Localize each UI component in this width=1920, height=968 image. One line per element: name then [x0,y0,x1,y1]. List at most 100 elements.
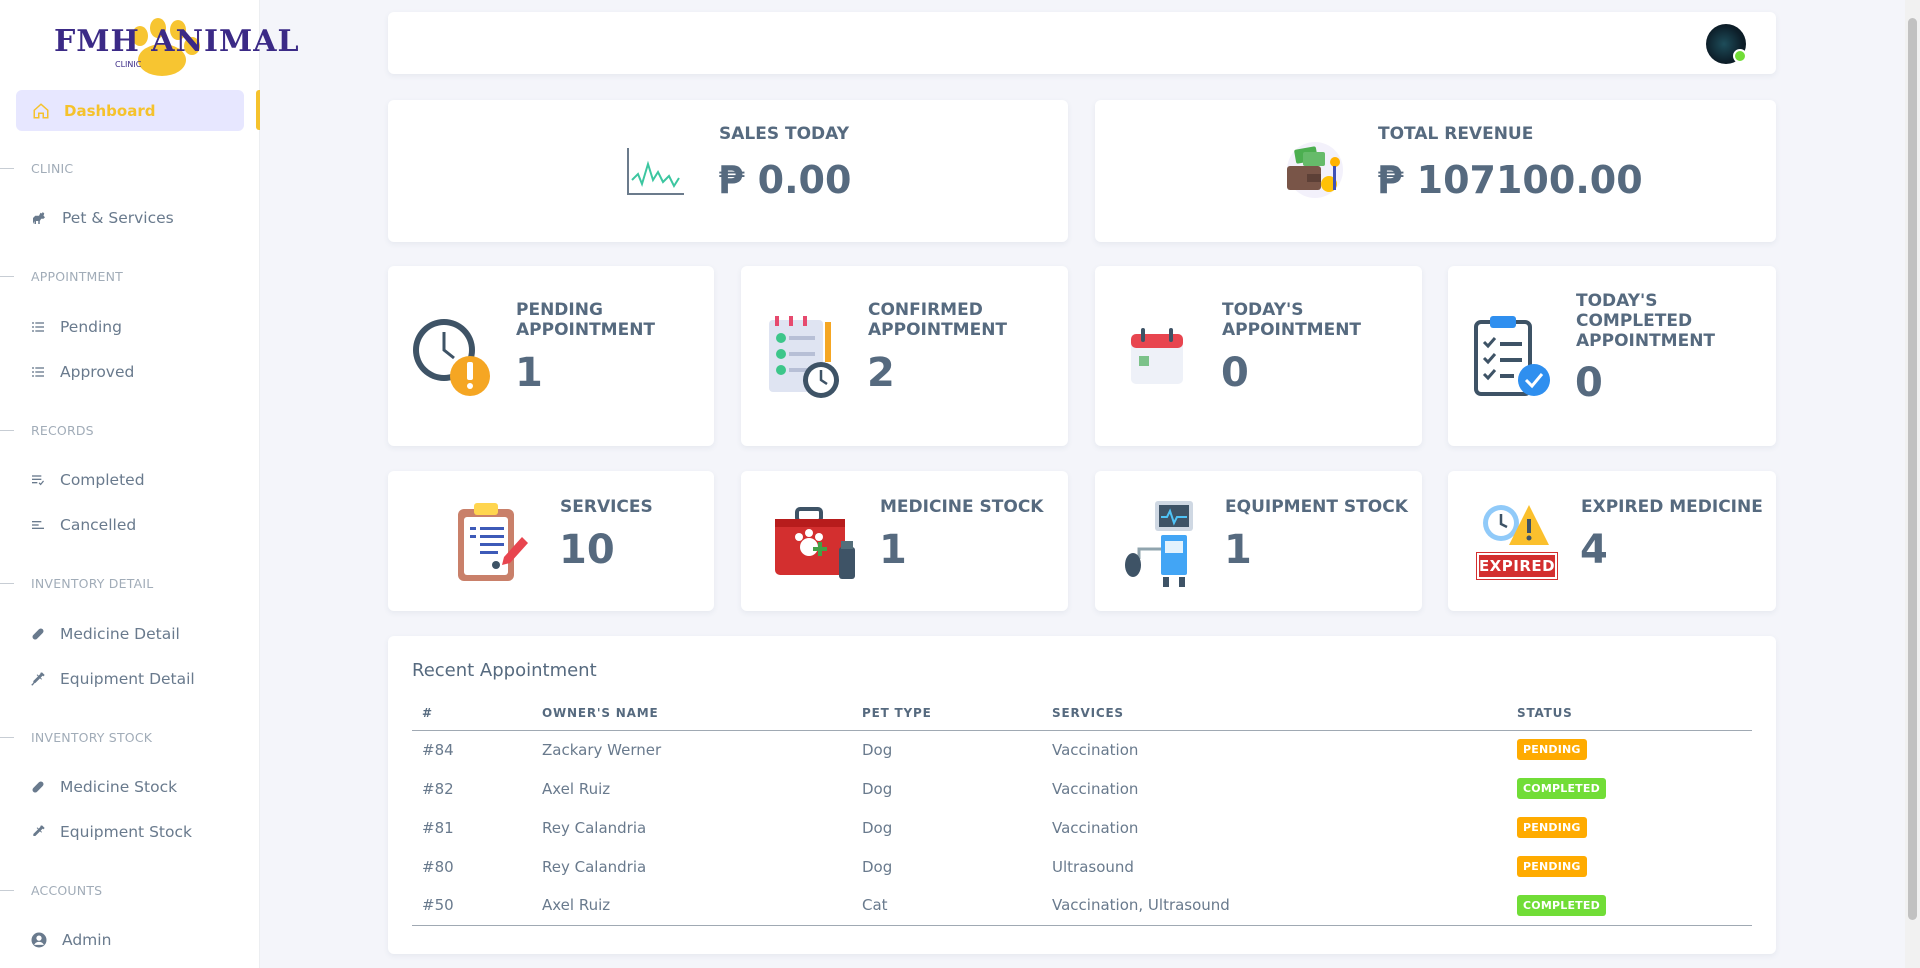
card-title: EQUIPMENT STOCK [1225,497,1408,517]
nav-header-inventory-stock: INVENTORY STOCK [0,727,260,747]
col-id: # [412,696,532,731]
cell-services: Ultrasound [1052,857,1134,876]
status-badge: PENDING [1517,856,1587,877]
card-value: 1 [879,527,907,573]
card-todays-completed: TODAY'S COMPLETED APPOINTMENT 0 [1448,266,1776,446]
table-row[interactable]: #80 Rey Calandria Dog Ultrasound PENDING [412,847,1752,886]
vet-kit-icon [775,507,855,579]
card-pending-appointment: PENDING APPOINTMENT 1 [388,266,714,446]
sidebar-item-pending[interactable]: Pending [30,312,250,342]
card-value: 0 [1221,350,1249,396]
clipboard-paw-icon [458,503,528,581]
card-value: 10 [559,527,615,573]
list-icon [32,367,44,377]
home-icon [33,102,49,118]
sidebar-item-cancelled[interactable]: Cancelled [30,510,250,540]
cell-id: #82 [422,779,454,798]
scrollbar-thumb[interactable] [1908,18,1917,920]
sidebar-item-approved[interactable]: Approved [30,357,250,387]
sidebar-item-dashboard[interactable]: Dashboard [16,90,244,131]
money-wallet-icon [1287,142,1343,198]
card-total-revenue: TOTAL REVENUE ₱ 107100.00 [1095,100,1776,242]
scrollbar-track[interactable] [1905,0,1920,968]
sidebar-item-label: Cancelled [60,516,137,534]
card-title: TODAY'S APPOINTMENT [1222,300,1362,340]
medical-machine-icon [1125,501,1193,587]
sidebar-item-medicine-stock[interactable]: Medicine Stock [30,772,250,802]
status-badge: PENDING [1517,817,1587,838]
card-title: SALES TODAY [719,124,850,144]
card-title: MEDICINE STOCK [880,497,1044,517]
sidebar-item-label: Equipment Detail [60,670,195,688]
cell-status: PENDING [1507,808,1752,847]
cell-pet-type: Dog [862,740,893,759]
cell-status: PENDING [1507,847,1752,886]
sidebar-item-label: Dashboard [64,101,156,120]
status-badge: COMPLETED [1517,778,1606,799]
cell-owner: Zackary Werner [542,740,662,759]
table-row[interactable]: #50 Axel Ruiz Cat Vaccination, Ultrasoun… [412,886,1752,926]
cell-id: #50 [412,886,532,926]
table-row[interactable]: #81 Rey Calandria Dog Vaccination PENDIN… [412,808,1752,847]
card-value: 1 [1224,527,1252,573]
card-sales-today: SALES TODAY ₱ 0.00 [388,100,1068,242]
sidebar-item-equipment-stock[interactable]: Equipment Stock [30,817,250,847]
list-icon [32,322,44,332]
cell-pet-type: Dog [862,818,893,837]
dog-icon [33,212,45,224]
sidebar-item-label: Medicine Stock [60,778,178,796]
table-row[interactable]: #82 Axel Ruiz Dog Vaccination COMPLETED [412,769,1752,808]
sidebar-item-label: Approved [60,363,135,381]
sidebar-item-label: Pet & Services [62,209,174,227]
cell-services: Vaccination, Ultrasound [1042,886,1507,926]
card-title: EXPIRED MEDICINE [1581,497,1763,517]
card-value: ₱ 0.00 [718,158,852,202]
card-title: SERVICES [560,497,653,517]
syringe-icon [31,672,45,686]
sidebar-toggle[interactable] [256,90,260,130]
sidebar-item-admin[interactable]: Admin [30,925,250,955]
clock-alert-icon [413,319,490,396]
sidebar-item-label: Medicine Detail [60,625,180,643]
line-chart-icon [627,148,684,195]
cell-pet-type: Cat [852,886,1042,926]
pill-icon [32,628,44,640]
table-header-row: # OWNER'S NAME PET TYPE SERVICES STATUS [412,696,1752,731]
pill-icon [32,781,44,793]
checklist-icon [32,475,44,486]
col-pet-type: PET TYPE [852,696,1042,731]
cell-status: COMPLETED [1507,886,1752,926]
card-services: SERVICES 10 [388,471,714,611]
nav-header-clinic: CLINIC [0,158,260,178]
nav-header-records: RECORDS [0,420,260,440]
sidebar-item-equipment-detail[interactable]: Equipment Detail [30,664,250,694]
card-value: 0 [1575,360,1603,406]
card-todays-appointment: TODAY'S APPOINTMENT 0 [1095,266,1422,446]
expired-icon: EXPIRED [1476,501,1558,581]
cell-owner: Axel Ruiz [532,886,852,926]
sidebar-item-medicine-detail[interactable]: Medicine Detail [30,619,250,649]
card-medicine-stock: MEDICINE STOCK 1 [741,471,1068,611]
cell-owner: Axel Ruiz [542,779,611,798]
avatar[interactable] [1706,24,1747,64]
nav-header-inventory-detail: INVENTORY DETAIL [0,573,260,593]
brand-logo[interactable]: FMH ANIMAL CLINIC [52,16,299,78]
sidebar-item-pet-services[interactable]: Pet & Services [30,203,250,233]
checklist-clock-icon [769,316,839,398]
clipboard-check-icon [1474,316,1550,396]
col-owner: OWNER'S NAME [532,696,852,731]
brand-name: FMH ANIMAL [54,24,300,59]
nav-header-accounts: ACCOUNTS [0,880,260,900]
card-confirmed-appointment: CONFIRMED APPOINTMENT 2 [741,266,1068,446]
status-badge: PENDING [1517,739,1587,761]
card-value: 2 [867,350,895,396]
cell-pet-type: Dog [862,779,893,798]
card-equipment-stock: EQUIPMENT STOCK 1 [1095,471,1422,611]
section-title: Recent Appointment [412,660,597,681]
table-row[interactable]: #84 Zackary Werner Dog Vaccination PENDI… [412,730,1752,769]
sidebar-item-completed[interactable]: Completed [30,465,250,495]
status-badge: COMPLETED [1517,894,1606,916]
cell-id: #80 [422,857,454,876]
recent-appointment-card: Recent Appointment # OWNER'S NAME PET TY… [388,636,1776,954]
cell-id: #81 [422,818,454,837]
